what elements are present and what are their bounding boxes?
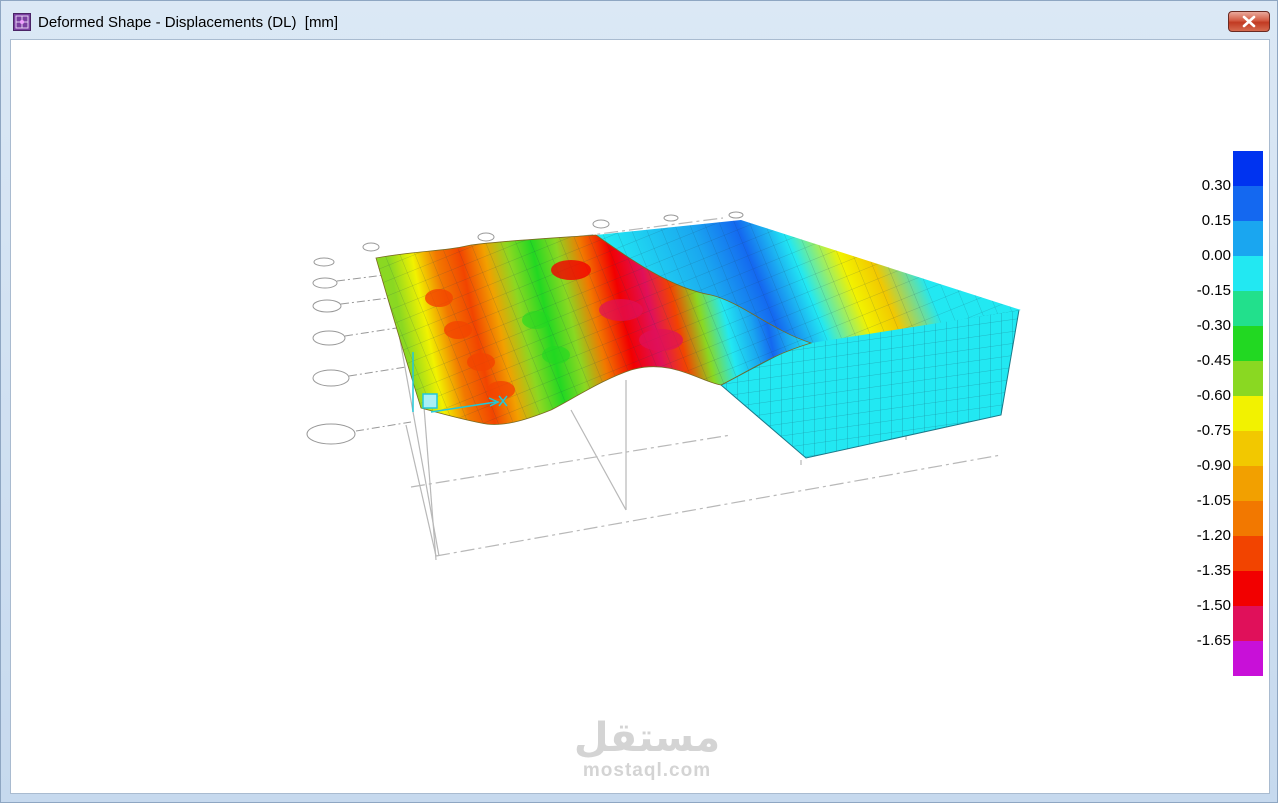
legend-label: 0.00	[1201, 247, 1231, 264]
legend-label: -0.45	[1196, 352, 1231, 369]
close-button[interactable]	[1228, 11, 1270, 32]
legend-bin	[1233, 466, 1263, 501]
title-bar[interactable]: Deformed Shape - Displacements (DL) [mm]	[1, 1, 1277, 39]
legend-bin	[1233, 186, 1263, 221]
legend-label: -0.90	[1196, 457, 1231, 474]
legend-bin	[1233, 291, 1263, 326]
legend-label: -0.60	[1196, 387, 1231, 404]
app-window: Deformed Shape - Displacements (DL) [mm]	[0, 0, 1278, 803]
model-viewport[interactable]: 0.30 0.15 0.00 -0.15 -0.30 -0.45 -0.60 -0.75 -0.…	[10, 39, 1270, 794]
legend-label: -0.75	[1196, 422, 1231, 439]
legend-bin	[1233, 326, 1263, 361]
legend-label: -0.15	[1196, 282, 1231, 299]
legend-bin	[1233, 256, 1263, 291]
legend-label: -1.65	[1196, 632, 1231, 649]
legend-label: -1.05	[1196, 492, 1231, 509]
legend-label: -0.30	[1196, 317, 1231, 334]
legend-bin	[1233, 501, 1263, 536]
legend-label: -1.20	[1196, 527, 1231, 544]
legend-label: -1.35	[1196, 562, 1231, 579]
legend-bin	[1233, 606, 1263, 641]
close-icon	[1242, 15, 1256, 28]
watermark-logo: مستقل mostaql.com	[557, 716, 737, 782]
legend-bin	[1233, 536, 1263, 571]
window-title: Deformed Shape - Displacements (DL) [mm]	[38, 14, 339, 31]
legend-label: 0.30	[1201, 177, 1231, 194]
sap2000-model-icon	[13, 13, 31, 31]
legend-bin	[1233, 431, 1263, 466]
legend-bin	[1233, 221, 1263, 256]
legend-bin	[1233, 361, 1263, 396]
watermark-latin: mostaql.com	[582, 760, 712, 781]
displacement-legend	[1233, 151, 1263, 676]
watermark-arabic: مستقل	[573, 716, 721, 760]
legend-bin	[1233, 571, 1263, 606]
legend-bin	[1233, 151, 1263, 186]
deformed-shape-view[interactable]	[11, 40, 1269, 793]
legend-bin	[1233, 396, 1263, 431]
legend-label: 0.15	[1201, 212, 1231, 229]
legend-bin	[1233, 641, 1263, 676]
legend-label: -1.50	[1196, 597, 1231, 614]
